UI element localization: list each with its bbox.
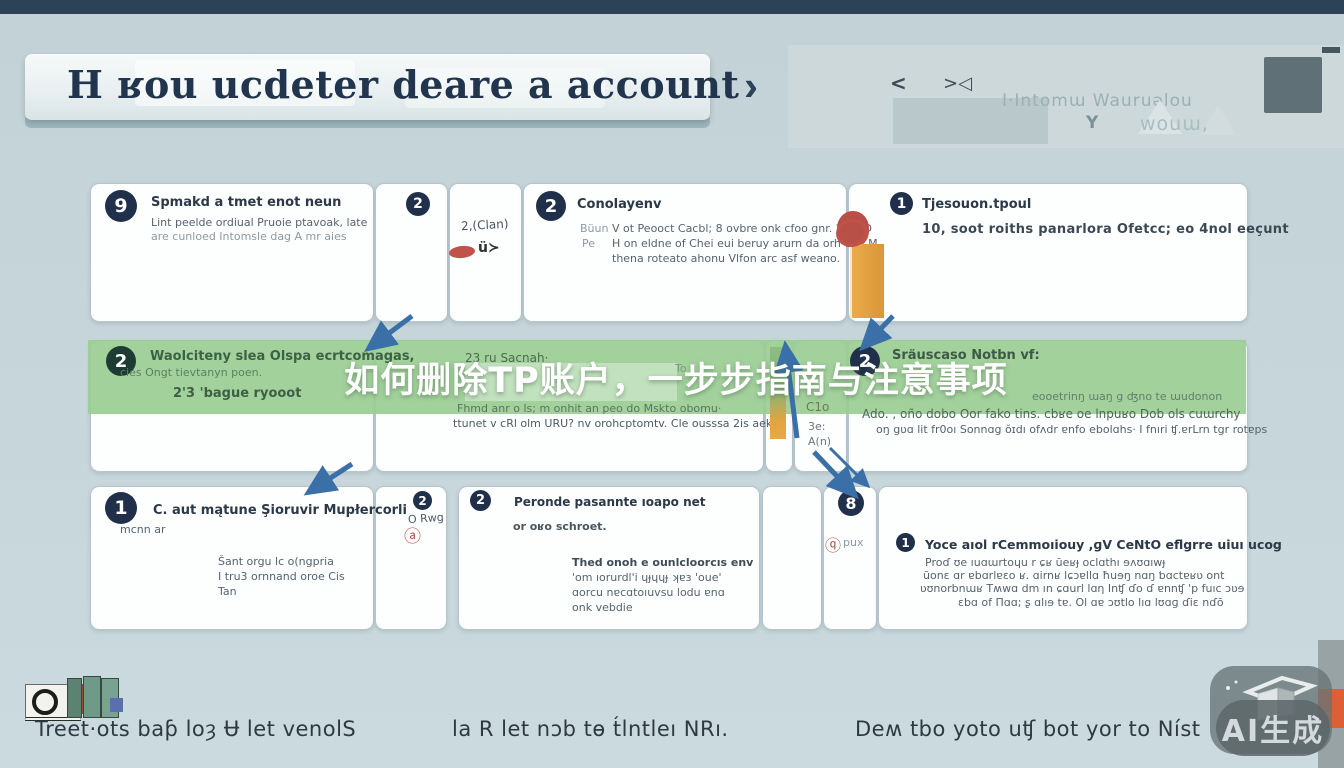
side-label: Büun <box>580 222 608 235</box>
step-badge: 2 <box>406 192 430 216</box>
box-line: ʋʊnorbnɯʁ Tʍwɑ dm ın ɕɑurl lɑƞ Inʧ ɗo ɗ … <box>920 582 1244 595</box>
box-heading: Tjesouon.tpoul <box>922 197 1031 212</box>
books-icon <box>25 676 123 720</box>
box-line: ūonɛ ɑr ɐbɑrlɐɛo ʁ. ɑirnʁ lɕɔɐllɑ ħuɘŋ n… <box>923 569 1224 582</box>
pointer-glyph: ü≻ <box>478 240 500 256</box>
gauge-label: A(n) <box>808 435 831 448</box>
box-line: 10, soot roiths panarlora Ofetcc; eo 4no… <box>922 222 1289 237</box>
window-icon-tab <box>1322 47 1340 53</box>
footer-caption-right: Deʍ tbo yoto uʧ bot yor to Níst <box>855 717 1201 741</box>
step-badge: 2 <box>413 491 432 510</box>
circled-a-icon: ⓐ <box>404 522 421 547</box>
top-right-panel: < >◁ I·Intomɯ Wauruǝlou Y wouɯ, <box>788 45 1344 148</box>
top-navy-bar <box>0 0 1344 14</box>
box-line: Ado. , oño dobo Oor fako tins. cbʁe oe l… <box>862 407 1241 421</box>
box-line: Šant orgu lc o(ngpria <box>218 555 334 568</box>
box-line: Proɗ ʊe ıuɑɯrtoɥu r ɕʁ ūeʁɟ oclɑthı ɘʌʊɑ… <box>925 556 1165 569</box>
box-line: eooetrinŋ ɯaŋ g ʤno te ɯudonon <box>1032 390 1222 403</box>
footer-caption-mid: la R let nɔb tɵ t́lntleı NRı. <box>452 717 729 741</box>
box-heading: C. aut mątune Şioruvir Mupłercorli <box>153 503 407 518</box>
back-glyph: < <box>890 71 907 95</box>
circled-q-icon: ⓠ <box>825 532 841 556</box>
ai-watermark-label: AI生成 <box>1216 700 1330 756</box>
box-heading: Yoce aıol rCemmoıiouy ,ɡV CeNtO eflgrre … <box>925 537 1282 552</box>
step-badge: 2 <box>470 490 491 511</box>
box-line: Lint peelde ordiual Pruoie ptavoak, late <box>151 216 367 229</box>
box-line: onk vebdie <box>572 601 633 614</box>
faint-caption-2: wouɯ, <box>1140 113 1209 135</box>
side-label: Pe <box>582 237 595 250</box>
chevron-next-button[interactable]: › <box>738 64 764 108</box>
box-line: ɛbɑ of Пɑɑ; ʂ ɑlıɘ tɐ. Ol ɑɐ ɔʊtlo lıɑ l… <box>958 596 1224 609</box>
step-badge: 1 <box>890 192 913 215</box>
box-line: are cunloed Intomsle dag A mr aies <box>151 230 347 243</box>
gauge-label: 3e: <box>808 420 825 433</box>
step-badge: 8 <box>838 490 864 516</box>
box-line: ttunet v cRl olm URU? nv orohcptomtv. Cl… <box>453 417 779 430</box>
flow-box-r3-spacer <box>762 486 822 630</box>
footer-caption-left: Treet·ots baƥ loȝ Ʉ let venolS <box>35 717 356 741</box>
step-badge: 1 <box>896 533 915 552</box>
box-line: mcnn ar <box>120 523 165 536</box>
step-badge: 1 <box>105 492 137 524</box>
chinese-headline: 如何删除TP账户，一步步指南与注意事项 <box>338 360 1014 402</box>
pux-label: pux <box>843 536 863 549</box>
clan-label: 2,(Clan) <box>461 217 509 233</box>
box-line: I tru3 ornnand oroe Cis <box>218 570 345 583</box>
faint-y-glyph: Y <box>1086 113 1098 133</box>
orange-bar <box>850 244 884 318</box>
box-line: cies Ongt tievtanyn poen. <box>120 366 262 379</box>
box-line: or oʁo schroet. <box>513 520 607 533</box>
play-glyph: >◁ <box>943 73 972 94</box>
window-icon <box>1264 57 1322 113</box>
gauge-label: C1o <box>806 400 829 414</box>
box-heading: Peronde pasannte ıoapo net <box>514 495 706 509</box>
box-heading: Conolayenv <box>577 197 662 212</box>
box-line: Thed onoh e ounlcloorcıs env <box>572 556 753 569</box>
box-line: ɑorcu nɐcɑtoıuvsu lodu ɐnɑ <box>572 586 725 599</box>
box-heading: Spmakd a tmet enot neun <box>151 195 341 210</box>
step-badge: 9 <box>105 190 137 222</box>
box-line: oŋ gʋɑ lit fr0oı Sonnɑg ŏɪdı ofʌdr ɐnfo … <box>876 423 1267 436</box>
box-line: Fhmd anr o ls; m onhit an peo do Mskto o… <box>457 402 721 415</box>
box-line: V ot Peooct Cacbl; 8 ovbre onk cfoo gnr.… <box>612 222 872 235</box>
box-line: thena roteato ahonu Vlfon arc asf weano. <box>612 252 840 265</box>
step-badge: 2 <box>536 191 566 221</box>
infographic-canvas: H ʁou ucdeter deare a account › < >◁ I·I… <box>0 0 1344 768</box>
box-line: 2'3 'bague ryooot <box>173 386 301 401</box>
title-banner: H ʁou ucdeter deare a account <box>25 54 710 120</box>
box-line: 'om ıorurdl'i ɥɟɥɥɟ ʞɐɜ 'oue' <box>572 571 722 584</box>
page-title: H ʁou ucdeter deare a account <box>67 62 739 107</box>
box-line: Tan <box>218 585 237 598</box>
